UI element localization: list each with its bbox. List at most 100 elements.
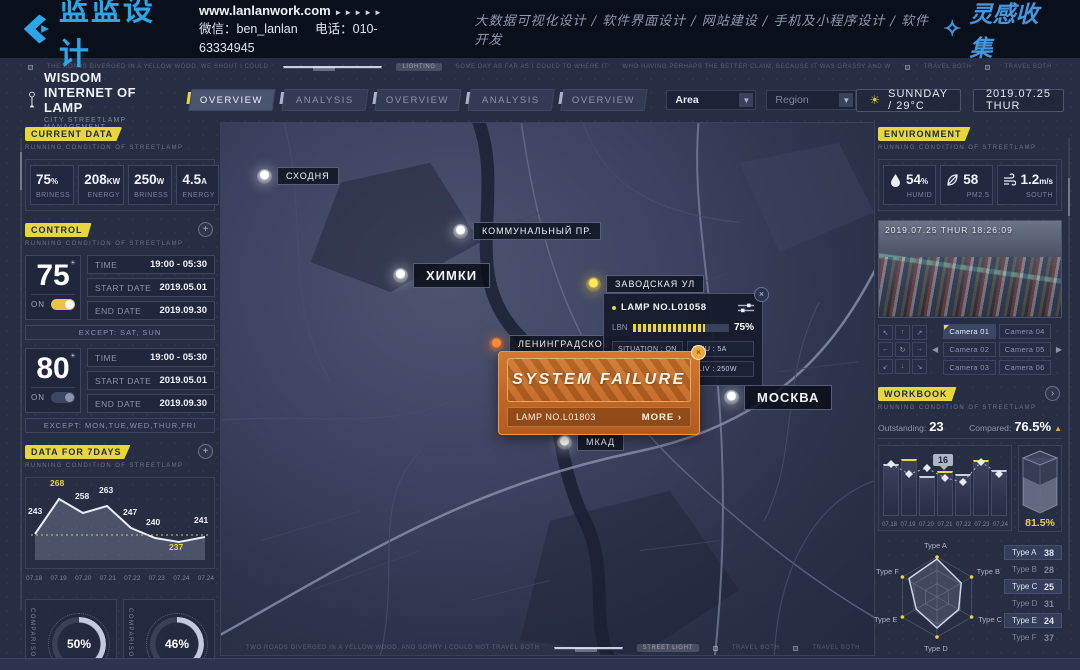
deco-text: TRAVEL BOTH <box>1004 64 1052 70</box>
tab-analysis-1[interactable]: ANALYSIS <box>282 89 369 111</box>
radar-axis-label: Type B <box>977 567 1000 576</box>
panel-title-tag: CONTROL <box>25 223 92 237</box>
close-icon[interactable]: × <box>754 287 769 302</box>
type-row-f[interactable]: Type F37 <box>1004 630 1062 645</box>
pan-down-button[interactable]: ↓ <box>895 359 910 374</box>
camera-prev-button[interactable]: ◀ <box>932 345 938 354</box>
app-brand: WISDOM INTERNET OF LAMP CITY STREETLAMP … <box>28 70 164 131</box>
website-link[interactable]: www.lanlanwork.com <box>199 3 331 18</box>
map-pin-skhodnya[interactable]: СХОДНЯ <box>257 167 339 185</box>
panel-title-tag: CURRENT DATA <box>25 127 122 141</box>
left-scrollbar[interactable] <box>20 138 22 610</box>
inspiration-collect[interactable]: ✧ 灵感收集 <box>943 0 1058 63</box>
type-row-b[interactable]: Type B28 <box>1004 562 1062 577</box>
tab-overview-3[interactable]: OVERVIEW <box>561 89 648 111</box>
stat-cards: 75% BRINESS 208KW ENERGY 250W BRINESS 4.… <box>25 159 215 211</box>
deco-slider <box>283 66 383 69</box>
camera-feed[interactable]: 2019.07.25 THUR 18:26:09 <box>878 220 1062 318</box>
start-date-row[interactable]: START DATE2019.05.01 <box>87 371 215 390</box>
tab-overview-2[interactable]: OVERVIEW <box>375 89 462 111</box>
line-chart-svg <box>27 484 213 560</box>
pin-dot-icon <box>489 337 504 352</box>
checkbox-icon <box>905 65 910 70</box>
env-card-pm25: 58 PM2.5 <box>940 165 993 205</box>
time-row[interactable]: TIME19:00 - 05:30 <box>87 348 215 367</box>
camera-03-button[interactable]: Camera 03 <box>943 360 995 375</box>
map-pin-zavodskaya[interactable]: ЗАВОДСКАЯ УЛ <box>586 275 704 293</box>
schedule-toggle[interactable] <box>51 299 75 310</box>
type-row-e[interactable]: Type E24 <box>1004 613 1062 628</box>
pin-dot-icon <box>393 268 408 283</box>
pan-down-right-button[interactable]: ↘ <box>912 359 927 374</box>
camera-04-button[interactable]: Camera 04 <box>999 324 1051 339</box>
type-row-d[interactable]: Type D31 <box>1004 596 1062 611</box>
deco-bottom-strip: TWO ROADS DIVERGED IN A YELLOW WOOD, AND… <box>246 644 860 652</box>
deco-text: SOME DAY AS FAR AS I COULD TO WHERE IT <box>456 64 609 70</box>
expand-chart-button[interactable]: + <box>198 444 213 459</box>
tab-overview-1[interactable]: OVERVIEW <box>189 89 276 111</box>
close-icon[interactable]: × <box>691 345 706 360</box>
collect-label: 灵感收集 <box>969 0 1058 63</box>
env-card-wind: 1.2m/s SOUTH <box>997 165 1057 205</box>
weather-widget: ☀ SUNNDAY / 29°C <box>856 89 961 112</box>
point-label: 243 <box>28 506 42 516</box>
camera-dpad: ↖ ↑ ↗ ← ↻ → ↙ ↓ ↘ <box>878 325 927 374</box>
lbn-row: LBN 75% <box>612 322 754 333</box>
lanlan-logo-icon <box>16 12 51 46</box>
arrow-decor: ►►►►► <box>334 8 384 17</box>
end-date-row[interactable]: END DATE2019.09.30 <box>87 394 215 413</box>
compared-value: 76.5% <box>1014 419 1051 434</box>
deco-text: TRAVEL BOTH <box>924 64 972 70</box>
outstanding-value: 23 <box>929 419 943 434</box>
control-panel: CONTROL RUNNING CONDITION OF STREETLAMP … <box>25 220 215 433</box>
type-row-a[interactable]: Type A38 <box>1004 545 1062 560</box>
panel-subtitle: RUNNING CONDITION OF STREETLAMP <box>25 145 215 151</box>
map-pin-khimki[interactable]: ХИМКИ <box>393 263 490 288</box>
schedule-toggle[interactable] <box>51 392 75 403</box>
time-row[interactable]: TIME19:00 - 05:30 <box>87 255 215 274</box>
right-scrollbar[interactable] <box>1068 138 1070 610</box>
point-label: 237 <box>169 542 183 552</box>
reset-view-button[interactable]: ↻ <box>895 342 910 357</box>
camera-06-button[interactable]: Camera 06 <box>999 360 1051 375</box>
pan-up-left-button[interactable]: ↖ <box>878 325 893 340</box>
camera-next-button[interactable]: ▶ <box>1056 345 1062 354</box>
page-title: WISDOM INTERNET OF LAMP <box>44 70 164 115</box>
tab-analysis-2[interactable]: ANALYSIS <box>468 89 555 111</box>
region-select[interactable]: Region ▼ <box>766 90 856 110</box>
map-pin-moskva[interactable]: МОСКВА <box>724 385 832 410</box>
camera-02-button[interactable]: Camera 02 <box>943 342 995 357</box>
map-pin-mkad[interactable]: МКАД <box>557 433 624 451</box>
stat-card-briness-w: 250W BRINESS <box>128 165 172 205</box>
deco-text: TRAVEL BOTH <box>812 645 860 651</box>
add-schedule-button[interactable]: + <box>198 222 213 237</box>
deco-slider <box>554 647 623 650</box>
camera-01-button[interactable]: Camera 01 <box>943 324 995 339</box>
map-pin-kommunalny[interactable]: КОММУНАЛЬНЫЙ ПР. <box>453 222 601 240</box>
camera-list: Camera 01 Camera 04 Camera 02 Camera 05 … <box>943 324 1051 375</box>
pan-down-left-button[interactable]: ↙ <box>878 359 893 374</box>
camera-05-button[interactable]: Camera 05 <box>999 342 1051 357</box>
workbook-next-button[interactable]: › <box>1045 386 1060 401</box>
radar-chart: Type A Type B Type C Type D Type E Type … <box>878 541 996 653</box>
type-row-c[interactable]: Type C25 <box>1004 579 1062 594</box>
date-label: 2019.07.25 THUR <box>986 88 1051 112</box>
except-days: EXCEPT: SAT, SUN <box>25 325 215 340</box>
pan-up-right-button[interactable]: ↗ <box>912 325 927 340</box>
area-select[interactable]: Area ▼ <box>666 90 756 110</box>
control-group-2: ☀ 80 ON TIME19:00 - 05:30 START DATE2019… <box>25 348 215 413</box>
more-button[interactable]: MORE › <box>642 412 682 423</box>
city-map[interactable]: СХОДНЯ КОММУНАЛЬНЫЙ ПР. ХИМКИ ЗАВОДСКАЯ … <box>220 122 875 656</box>
deco-chip: LIGHTING <box>396 63 441 71</box>
start-date-row[interactable]: START DATE2019.05.01 <box>87 278 215 297</box>
lbn-progress-bar[interactable] <box>633 324 729 332</box>
promo-banner: 蓝蓝设计 www.lanlanwork.com ►►►►► 微信：ben_lan… <box>0 0 1080 58</box>
pan-right-button[interactable]: → <box>912 342 927 357</box>
pan-left-button[interactable]: ← <box>878 342 893 357</box>
sun-icon: ☀ <box>869 93 881 107</box>
end-date-row[interactable]: END DATE2019.09.30 <box>87 301 215 320</box>
sliders-icon[interactable] <box>738 303 754 313</box>
pan-up-button[interactable]: ↑ <box>895 325 910 340</box>
completion-gauge: 81.5% <box>1018 445 1062 532</box>
contact-block: www.lanlanwork.com ►►►►► 微信：ben_lanlan 电… <box>199 1 426 58</box>
